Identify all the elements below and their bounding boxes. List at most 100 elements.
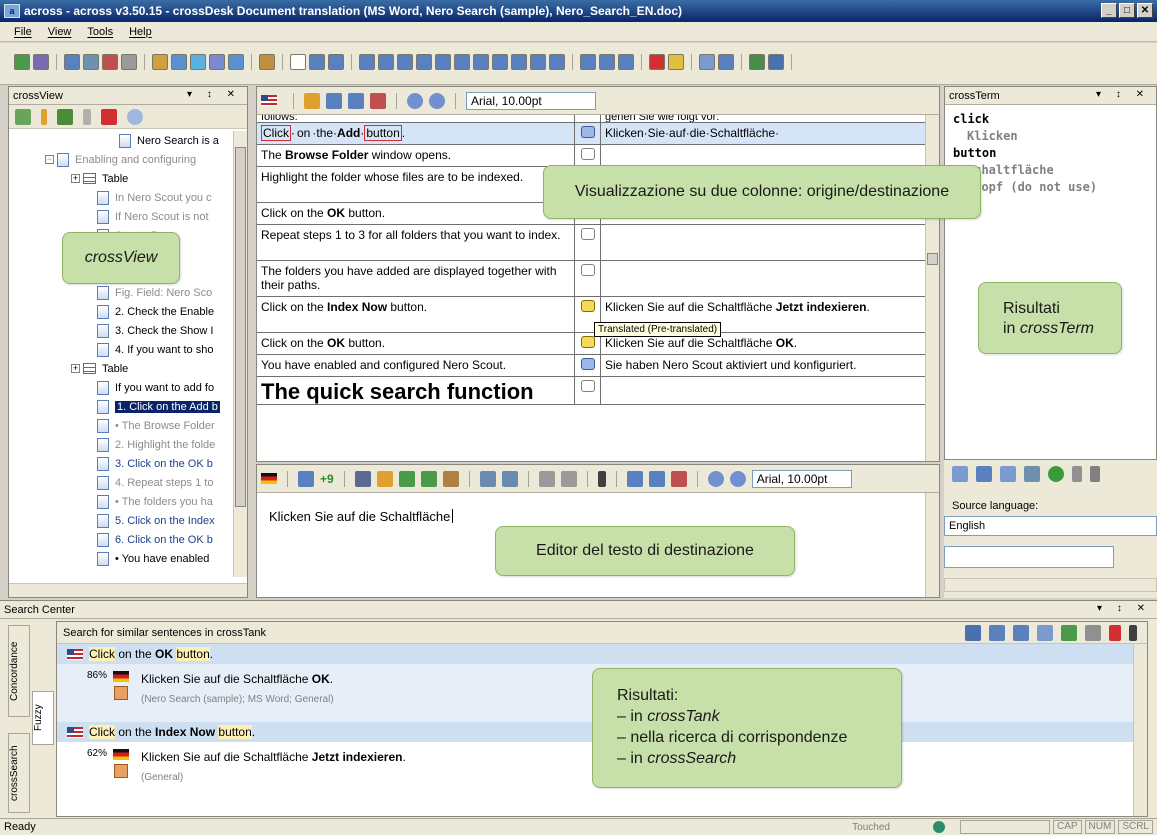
grid-font-box[interactable]: Arial, 10.00pt: [466, 91, 596, 110]
tree-horizontal-scrollbar[interactable]: [9, 583, 247, 597]
segment-row[interactable]: The Browse Folder window opens.: [257, 145, 927, 167]
layout-tool-icon[interactable]: [580, 54, 596, 70]
arrow-icon[interactable]: [976, 466, 992, 482]
preview-tool-icon[interactable]: [209, 54, 225, 70]
edit-icon[interactable]: [1085, 625, 1101, 641]
doc-icon[interactable]: [1000, 466, 1016, 482]
segment-target[interactable]: [601, 225, 927, 260]
structure-tool-icon[interactable]: [121, 54, 137, 70]
marker-tool-icon[interactable]: [668, 54, 684, 70]
segment-row[interactable]: Click on the Index Now button. Klicken Si…: [257, 297, 927, 333]
tree-item[interactable]: 2. Highlight the folde: [9, 435, 235, 454]
save-icon[interactable]: [354, 470, 371, 487]
segment-target[interactable]: [601, 261, 927, 296]
tree-item[interactable]: If Nero Scout is not: [9, 207, 235, 226]
segment-row[interactable]: Repeat steps 1 to 3 for all folders that…: [257, 225, 927, 261]
segment-row[interactable]: You have enabled and configured Nero Sco…: [257, 355, 927, 377]
project-tool-icon[interactable]: [33, 54, 49, 70]
zoom-in-icon[interactable]: [407, 92, 423, 109]
search-tool-icon[interactable]: [718, 54, 734, 70]
term-source[interactable]: click: [953, 111, 1148, 128]
navigate-tool-icon[interactable]: [378, 54, 394, 70]
navigate-tool-icon[interactable]: [454, 54, 470, 70]
navigate-tool-icon[interactable]: [530, 54, 546, 70]
target-text-input[interactable]: Klicken Sie auf die Schaltfläche: [269, 509, 454, 524]
tree-item[interactable]: 4. Repeat steps 1 to: [9, 473, 235, 492]
navigate-tool-icon[interactable]: [492, 54, 508, 70]
tree-item[interactable]: Nero Search is a: [9, 131, 235, 150]
close-icon[interactable]: [1090, 466, 1100, 482]
editor-scrollbar[interactable]: [925, 493, 939, 597]
term-translation[interactable]: Knopf (do not use): [953, 179, 1148, 196]
binoculars-icon[interactable]: [965, 625, 981, 641]
undo-icon[interactable]: [538, 470, 555, 487]
tree-item[interactable]: In Nero Scout you c: [9, 188, 235, 207]
expand-toggle-icon[interactable]: +: [71, 364, 80, 373]
panel-controls-icon[interactable]: ▾ ↕ ✕: [187, 89, 241, 100]
navigate-tool-icon[interactable]: [473, 54, 489, 70]
tree-item[interactable]: + Table: [9, 169, 235, 188]
tree-item[interactable]: + Table: [9, 359, 235, 378]
segment-status-icon[interactable]: [580, 300, 595, 312]
minimize-button[interactable]: _: [1101, 3, 1117, 18]
menu-help[interactable]: Help: [129, 26, 152, 38]
tab-concordance[interactable]: Concordance: [8, 625, 30, 717]
segment-status-icon[interactable]: [580, 126, 595, 138]
refresh-icon[interactable]: [1048, 466, 1064, 482]
segment-row[interactable]: The folders you have added are displayed…: [257, 261, 927, 297]
indent-icon[interactable]: [626, 470, 643, 487]
attach-icon[interactable]: [83, 108, 91, 125]
structure-icon[interactable]: [15, 108, 31, 125]
tree-item[interactable]: • The folders you ha: [9, 492, 235, 511]
layout-tool-icon[interactable]: [599, 54, 615, 70]
structure-tool-icon[interactable]: [64, 54, 80, 70]
maximize-button[interactable]: □: [1119, 3, 1135, 18]
term-translation[interactable]: Schaltfläche: [953, 162, 1148, 179]
search-icon[interactable]: [479, 470, 496, 487]
insert-icon[interactable]: [1061, 625, 1077, 641]
flag-icon[interactable]: [101, 108, 117, 125]
tree-item[interactable]: 4. If you want to sho: [9, 340, 235, 359]
segment-target[interactable]: [601, 377, 927, 404]
zoom-out-icon[interactable]: [729, 470, 746, 487]
view-tool-icon[interactable]: [328, 54, 344, 70]
navigate-tool-icon[interactable]: [511, 54, 527, 70]
result-source[interactable]: Click on the OK button.: [57, 644, 1147, 664]
check-tool-icon[interactable]: [768, 54, 784, 70]
undo-segment-icon[interactable]: [376, 470, 393, 487]
segment-status-icon[interactable]: [580, 358, 595, 370]
structure-tool-icon[interactable]: [102, 54, 118, 70]
menu-tools[interactable]: Tools: [87, 26, 113, 38]
segment-target[interactable]: Sie haben Nero Scout aktiviert und konfi…: [601, 355, 927, 376]
preview-tool-icon[interactable]: [152, 54, 168, 70]
doc-icon[interactable]: [952, 466, 968, 482]
list-icon[interactable]: [370, 92, 386, 109]
tree-vertical-scrollbar[interactable]: [233, 131, 247, 577]
marker-icon[interactable]: [41, 108, 47, 125]
confirm-icon[interactable]: [420, 470, 437, 487]
structure-tool-icon[interactable]: [83, 54, 99, 70]
check-tool-icon[interactable]: [749, 54, 765, 70]
tree-item[interactable]: 3. Click on the OK b: [9, 454, 235, 473]
source-language-select[interactable]: English: [944, 516, 1157, 536]
expand-toggle-icon[interactable]: +: [71, 174, 80, 183]
navigate-tool-icon[interactable]: [359, 54, 375, 70]
align-icon[interactable]: [648, 470, 665, 487]
segment-status-icon[interactable]: [580, 264, 595, 276]
doc-icon[interactable]: [1037, 625, 1053, 641]
segment-status-icon[interactable]: [580, 336, 595, 348]
edit-icon[interactable]: [442, 470, 459, 487]
segment-status-icon[interactable]: [580, 380, 595, 392]
segment-row-partial[interactable]: follows: gehen Sie wie folgt vor:: [257, 115, 927, 123]
term-source[interactable]: button: [953, 145, 1148, 162]
pilcrow-icon[interactable]: [1129, 625, 1137, 641]
tree-item[interactable]: 6. Click on the OK b: [9, 530, 235, 549]
indent-icon[interactable]: [326, 92, 342, 109]
results-scrollbar[interactable]: [1133, 644, 1147, 816]
stamp-tool-icon[interactable]: [259, 54, 275, 70]
menu-view[interactable]: View: [48, 26, 72, 38]
expand-toggle-icon[interactable]: −: [45, 155, 54, 164]
segment-status-icon[interactable]: [580, 228, 595, 240]
tree-item[interactable]: 5. Click on the Index: [9, 511, 235, 530]
language-scrollbar[interactable]: [944, 578, 1157, 592]
